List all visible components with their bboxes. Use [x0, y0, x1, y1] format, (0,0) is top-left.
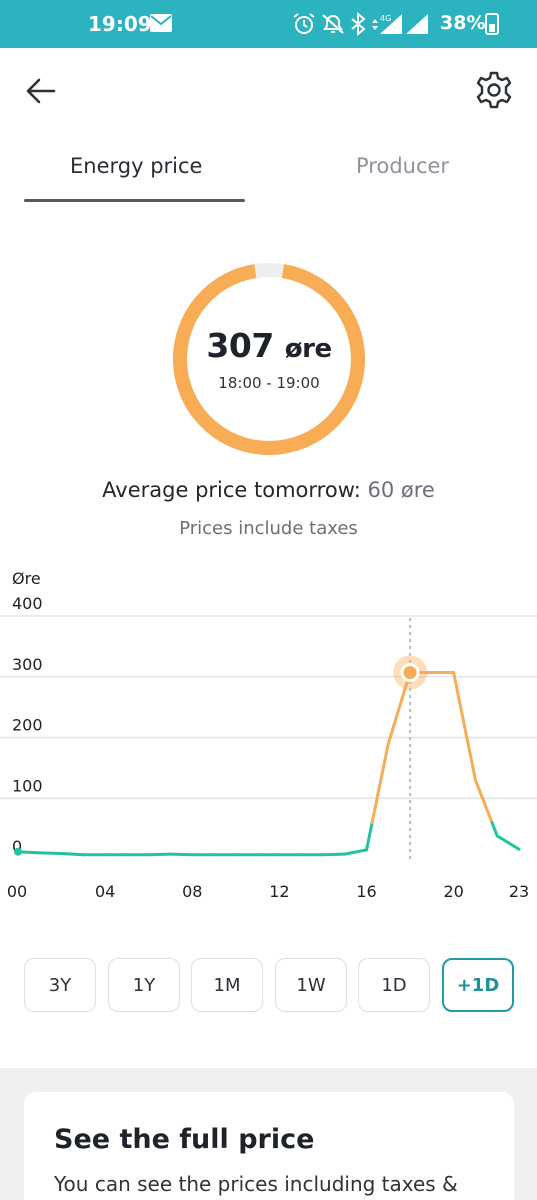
price-line-segment — [473, 778, 494, 825]
price-series — [14, 670, 521, 857]
x-tick-label: 12 — [269, 882, 289, 901]
price-line-segment — [321, 852, 347, 857]
y-axis-unit: Øre — [12, 569, 41, 588]
price-line-segment — [60, 852, 85, 857]
x-tick-label: 00 — [7, 882, 27, 901]
x-tick-label: 23 — [509, 882, 529, 901]
price-chart[interactable]: 0100200300400 00 04 08 12 16 20 23 Øre — [0, 565, 537, 910]
top-app-bar — [0, 48, 537, 132]
status-icons: 4G — [293, 12, 499, 36]
current-price-time-range: 18:00 - 19:00 — [218, 374, 320, 392]
x-axis-labels: 00 04 08 12 16 20 23 — [7, 882, 529, 901]
signal-roaming-icon — [406, 14, 428, 34]
battery-percentage: 38% — [440, 12, 486, 34]
price-line-segment — [495, 834, 521, 851]
price-line-segment — [452, 670, 477, 782]
average-price-value: 60 øre — [367, 478, 435, 502]
arrow-left-icon[interactable] — [24, 74, 58, 108]
price-line-segment — [147, 852, 172, 857]
current-price-unit: øre — [284, 334, 332, 364]
tax-note: Prices include taxes — [179, 518, 358, 539]
period-1d-button[interactable]: 1D — [358, 958, 430, 1012]
period-3y-button[interactable]: 3Y — [24, 958, 96, 1012]
period-1m-button[interactable]: 1M — [191, 958, 263, 1012]
average-price-line: Average price tomorrow: 60 øre — [0, 478, 537, 502]
y-axis-labels: 0100200300400 — [12, 594, 43, 856]
y-tick-label: 300 — [12, 655, 43, 674]
x-tick-label: 20 — [443, 882, 463, 901]
x-tick-label: 16 — [356, 882, 376, 901]
price-line-segment — [490, 821, 499, 838]
price-line-segment — [365, 821, 374, 852]
period-1w-button[interactable]: 1W — [275, 958, 347, 1012]
signal-4g-icon: 4G — [380, 14, 402, 34]
mail-icon — [150, 14, 172, 32]
y-tick-label: 100 — [12, 776, 43, 795]
y-tick-label: 200 — [12, 716, 43, 735]
gear-icon[interactable] — [474, 70, 514, 110]
period-plus1d-button[interactable]: +1D — [442, 958, 514, 1012]
selected-point-marker — [393, 655, 428, 690]
price-line-segment — [370, 742, 390, 825]
price-line-segment — [343, 848, 369, 856]
card-title: See the full price — [54, 1124, 315, 1155]
tab-bar: Energy price Producer — [0, 140, 537, 204]
battery-icon — [485, 13, 499, 35]
tab-energy-price[interactable]: Energy price — [70, 154, 202, 178]
price-line-segment — [38, 851, 64, 856]
bluetooth-icon — [351, 12, 366, 36]
current-price-value: 307 — [206, 326, 274, 365]
full-price-card[interactable]: See the full price You can see the price… — [24, 1092, 514, 1200]
alarm-icon — [293, 13, 315, 34]
chart-grid — [0, 615, 537, 799]
selected-point — [400, 662, 420, 682]
x-tick-label: 04 — [95, 882, 115, 901]
tab-producer[interactable]: Producer — [356, 154, 449, 178]
period-selector: 3Y 1Y 1M 1W 1D +1D — [24, 958, 514, 1014]
footer-section: See the full price You can see the price… — [0, 1068, 537, 1200]
price-start-point — [14, 847, 22, 856]
network-badge: 4G — [380, 14, 391, 23]
card-text: You can see the prices including taxes & — [54, 1172, 458, 1196]
active-tab-indicator — [24, 199, 245, 202]
bell-off-icon — [322, 14, 344, 34]
average-price-label: Average price tomorrow: — [102, 478, 361, 502]
status-time: 19:09 — [88, 12, 152, 36]
status-bar: 19:09 4G 38% — [0, 0, 537, 48]
x-tick-label: 08 — [182, 882, 202, 901]
data-arrows-icon — [372, 19, 378, 30]
y-tick-label: 400 — [12, 594, 43, 613]
current-price: 307 øre — [170, 326, 368, 365]
period-1y-button[interactable]: 1Y — [108, 958, 180, 1012]
price-ring: 307 øre 18:00 - 19:00 — [170, 260, 368, 458]
price-line-segment — [168, 852, 194, 857]
